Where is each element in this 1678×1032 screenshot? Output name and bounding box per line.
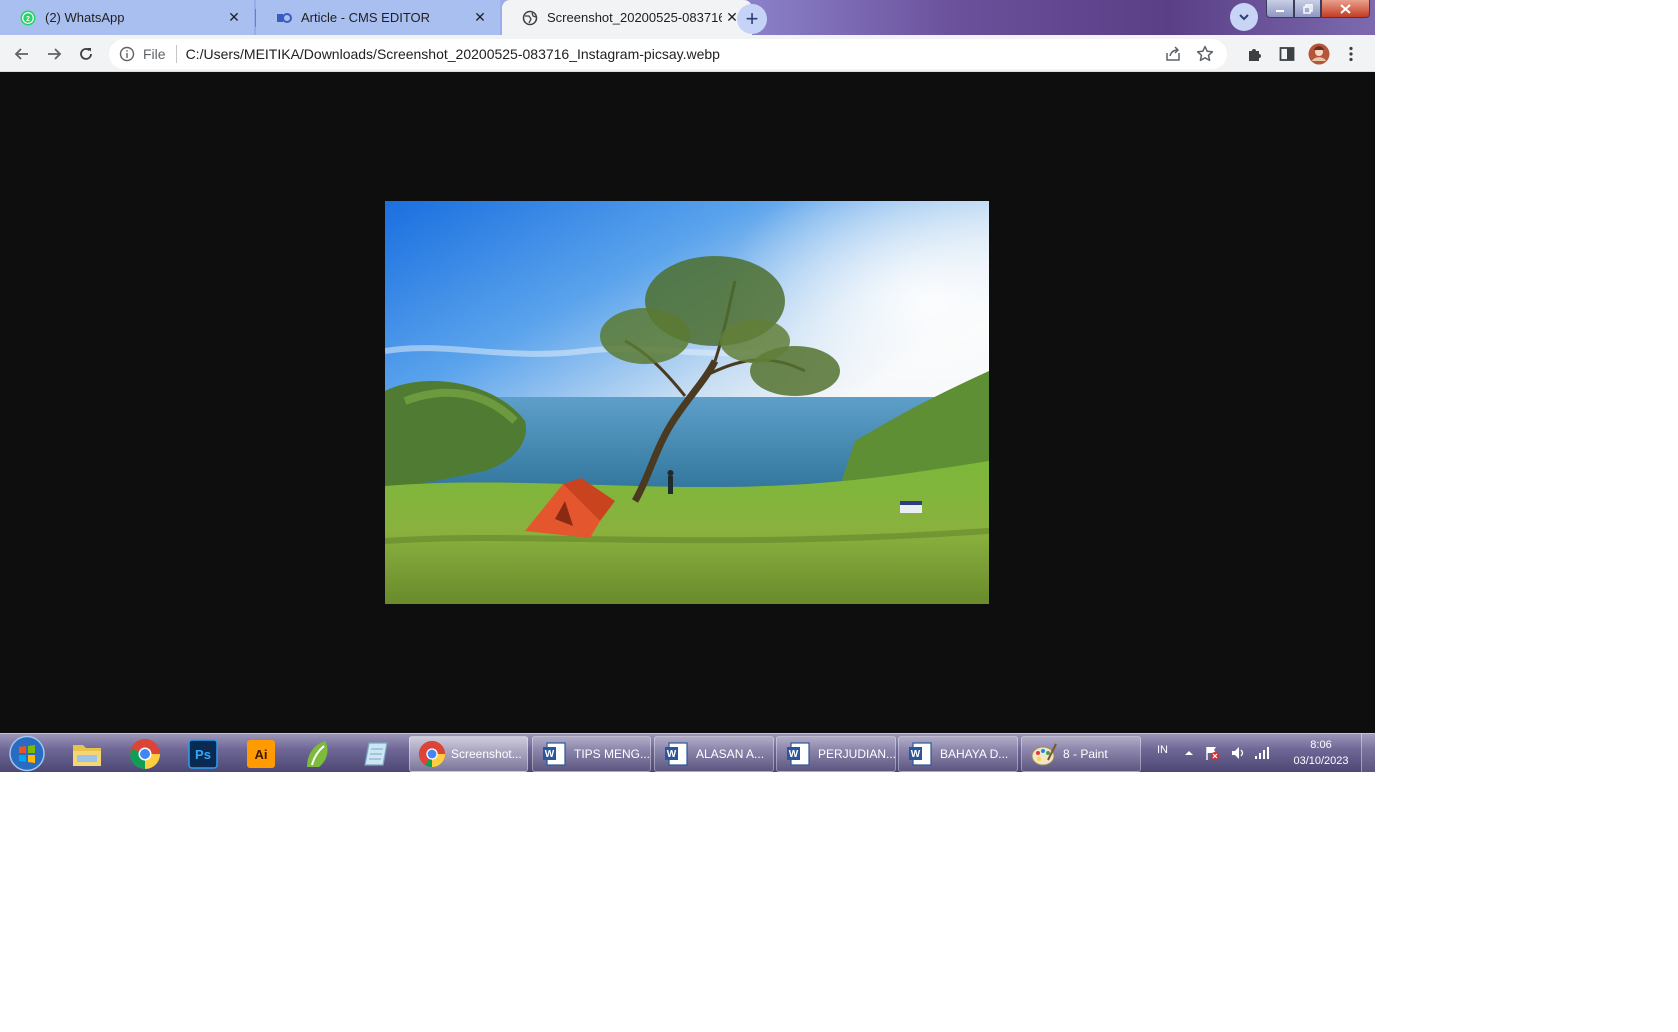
puzzle-icon (1249, 49, 1261, 61)
word-icon: W (787, 742, 810, 766)
svg-text:W: W (789, 749, 799, 760)
svg-text:W: W (667, 749, 677, 760)
flag-alert-icon (1206, 747, 1219, 760)
share-icon[interactable] (1163, 44, 1183, 64)
tab-title: Article - CMS EDITOR (301, 10, 431, 25)
tray-volume[interactable] (1230, 745, 1246, 761)
tray-action-center[interactable] (1204, 745, 1220, 761)
speaker-icon (1232, 747, 1244, 759)
taskbar-task-word-3[interactable]: W PERJUDIAN... (776, 736, 896, 772)
arrow-right-icon (48, 48, 62, 60)
svg-text:W: W (545, 749, 555, 760)
tab-close-button[interactable]: ✕ (470, 8, 490, 28)
image-viewer (0, 72, 1375, 733)
tab-search-button[interactable] (1230, 3, 1258, 31)
chevron-down-icon (1239, 14, 1249, 21)
paint-icon (1031, 743, 1057, 766)
side-panel-button[interactable] (1273, 40, 1301, 68)
tab-strip: 2 (2) WhatsApp ✕ Article - CMS EDITOR ✕ … (0, 0, 1375, 35)
taskbar-task-word-4[interactable]: W BAHAYA D... (898, 736, 1018, 772)
address-bar[interactable]: File C:/Users/MEITIKA/Downloads/Screensh… (109, 39, 1227, 69)
task-label: BAHAYA D... (940, 747, 1009, 761)
windows-logo-icon (9, 735, 45, 772)
displayed-photo[interactable] (385, 201, 989, 604)
clock-date: 03/10/2023 (1293, 755, 1349, 767)
avatar (1308, 43, 1330, 65)
chrome-icon (130, 738, 160, 769)
word-icon: W (909, 742, 932, 766)
taskbar-task-word-1[interactable]: W TIPS MENG... (532, 736, 651, 772)
word-icon: W (665, 742, 688, 766)
browser-toolbar: File C:/Users/MEITIKA/Downloads/Screensh… (0, 35, 1375, 72)
svg-text:Ai: Ai (255, 747, 268, 762)
arrow-left-icon (14, 48, 28, 60)
task-label: Screenshot... (451, 747, 522, 761)
tab-whatsapp[interactable]: 2 (2) WhatsApp ✕ (0, 0, 254, 35)
window-minimize-button[interactable] (1266, 0, 1294, 18)
taskbar-pinned-photoshop[interactable]: Ps (176, 736, 230, 771)
browser-menu-button[interactable] (1337, 40, 1365, 68)
chrome-icon (418, 740, 446, 768)
close-icon (1340, 3, 1351, 14)
tray-network[interactable] (1254, 745, 1270, 761)
tray-clock[interactable]: 8:06 03/10/2023 (1282, 737, 1360, 769)
taskbar: Ps Ai Screenshot... W TIPS MENG... W ALA… (0, 733, 1375, 772)
back-button[interactable] (8, 40, 36, 68)
globe-icon (522, 10, 538, 25)
new-tab-button[interactable]: + (737, 4, 767, 34)
coreldraw-icon (307, 740, 328, 767)
profile-button[interactable] (1305, 40, 1333, 68)
tab-title: (2) WhatsApp (45, 10, 125, 25)
tray-language-indicator[interactable]: IN (1157, 744, 1168, 756)
cms-icon (277, 12, 292, 23)
notepad-icon (364, 741, 388, 766)
task-label: TIPS MENG... (574, 747, 650, 761)
address-url[interactable]: C:/Users/MEITIKA/Downloads/Screenshot_20… (186, 46, 1163, 62)
info-icon[interactable] (119, 46, 135, 62)
taskbar-task-word-2[interactable]: W ALASAN A... (654, 736, 774, 772)
show-desktop-button[interactable] (1361, 734, 1375, 772)
folder-icon (73, 744, 101, 766)
start-button[interactable] (5, 735, 49, 772)
taskbar-pinned-chrome[interactable] (118, 736, 172, 771)
taskbar-pinned-illustrator[interactable]: Ai (234, 736, 288, 771)
restore-icon (1302, 3, 1313, 14)
tab-close-button[interactable]: ✕ (224, 8, 244, 28)
word-icon: W (543, 742, 566, 766)
taskbar-pinned-coreldraw[interactable] (291, 736, 345, 771)
task-label: 8 - Paint (1063, 747, 1108, 761)
task-label: PERJUDIAN... (818, 747, 895, 761)
taskbar-pinned-notes[interactable] (349, 736, 403, 771)
tray-show-hidden-button[interactable] (1181, 745, 1197, 761)
photoshop-icon: Ps (188, 738, 218, 769)
tab-cms-editor[interactable]: Article - CMS EDITOR ✕ (256, 0, 500, 35)
more-vert-icon (1349, 46, 1353, 62)
svg-text:Ps: Ps (195, 747, 211, 762)
address-scheme-label: File (143, 46, 166, 62)
taskbar-task-paint[interactable]: 8 - Paint (1021, 736, 1141, 772)
signal-bars-icon (1255, 747, 1269, 759)
bookmark-star-icon[interactable] (1195, 44, 1215, 64)
extensions-button[interactable] (1241, 40, 1269, 68)
tab-title: Screenshot_20200525-083716_In (547, 10, 722, 25)
address-divider (175, 45, 177, 63)
whatsapp-icon: 2 (20, 10, 36, 25)
clock-time: 8:06 (1310, 739, 1332, 751)
svg-text:W: W (911, 749, 921, 760)
window-restore-button[interactable] (1294, 0, 1321, 18)
taskbar-task-chrome-screenshot[interactable]: Screenshot... (409, 736, 528, 772)
svg-text:2: 2 (26, 16, 30, 23)
window-close-button[interactable] (1321, 0, 1370, 18)
forward-button[interactable] (40, 40, 68, 68)
minimize-icon (1276, 9, 1284, 12)
tab-screenshot[interactable]: Screenshot_20200525-083716_In ✕ (502, 0, 752, 35)
reload-button[interactable] (72, 40, 100, 68)
task-label: ALASAN A... (696, 747, 765, 761)
chevron-up-icon (1185, 751, 1193, 755)
screen: 2 (2) WhatsApp ✕ Article - CMS EDITOR ✕ … (0, 0, 1375, 772)
reload-icon (80, 48, 92, 60)
taskbar-pinned-explorer[interactable] (60, 736, 114, 771)
side-panel-icon (1279, 47, 1295, 61)
illustrator-icon: Ai (247, 739, 275, 768)
